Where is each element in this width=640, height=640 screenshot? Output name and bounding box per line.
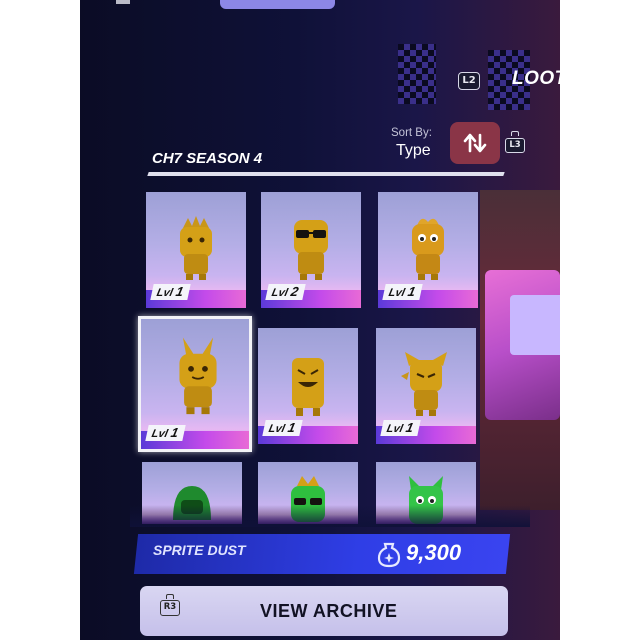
sort-arrows-icon: [463, 133, 487, 153]
l3-button-hint: L3: [505, 138, 525, 153]
sprite-tile[interactable]: Lvl 1: [378, 192, 478, 308]
top-tab-glow: [220, 0, 335, 9]
section-divider: [147, 172, 505, 176]
bunny-ear-gold-sprite-icon: [179, 337, 217, 415]
sprite-dust-icon: [377, 542, 401, 568]
spiky-gold-sprite-icon: [401, 352, 447, 416]
r3-stick-icon: [166, 594, 174, 599]
section-title: CH7 SEASON 4: [152, 150, 263, 167]
tab-loot[interactable]: LOOT: [512, 68, 560, 90]
sprite-tile-selected[interactable]: Lvl 1: [138, 316, 252, 452]
checkered-flag: [398, 44, 436, 104]
l2-button-hint[interactable]: L2: [458, 72, 480, 90]
crowned-gold-sprite-icon: [180, 216, 212, 280]
sprite-dust-value: 9,300: [406, 540, 462, 565]
level-tag: Lvl 1: [382, 284, 423, 300]
grinning-gold-sprite-icon: [292, 358, 324, 416]
view-archive-label: VIEW ARCHIVE: [260, 601, 398, 621]
sunglasses-gold-sprite-icon: [294, 220, 328, 280]
sprite-tile[interactable]: Lvl 2: [261, 192, 361, 308]
l3-stick-icon: [511, 131, 519, 136]
tufted-gold-sprite-icon: [412, 218, 444, 280]
sort-button[interactable]: [450, 122, 500, 164]
sprite-tile[interactable]: Lvl 1: [258, 328, 358, 444]
level-tag: Lvl 1: [145, 425, 186, 441]
top-left-indicator: [116, 0, 130, 4]
game-screen: L2 LOOT Sort By: Type L3 CH7 SEASON 4 Lv…: [80, 0, 560, 640]
r3-button-hint: R3: [160, 600, 180, 616]
grid-scroll-fade: [130, 505, 530, 527]
level-tag: Lvl 1: [150, 284, 191, 300]
sprite-tile[interactable]: Lvl 1: [376, 328, 476, 444]
level-tag: Lvl 1: [380, 420, 421, 436]
arcade-screen: [510, 295, 560, 355]
sprite-tile[interactable]: Lvl 1: [146, 192, 246, 308]
level-tag: Lvl 1: [262, 420, 303, 436]
sprite-dust-label: SPRITE DUST: [153, 542, 246, 558]
sort-by-label: Sort By:: [391, 127, 432, 139]
level-tag: Lvl 2: [265, 284, 306, 300]
sort-by-value: Type: [396, 142, 431, 159]
